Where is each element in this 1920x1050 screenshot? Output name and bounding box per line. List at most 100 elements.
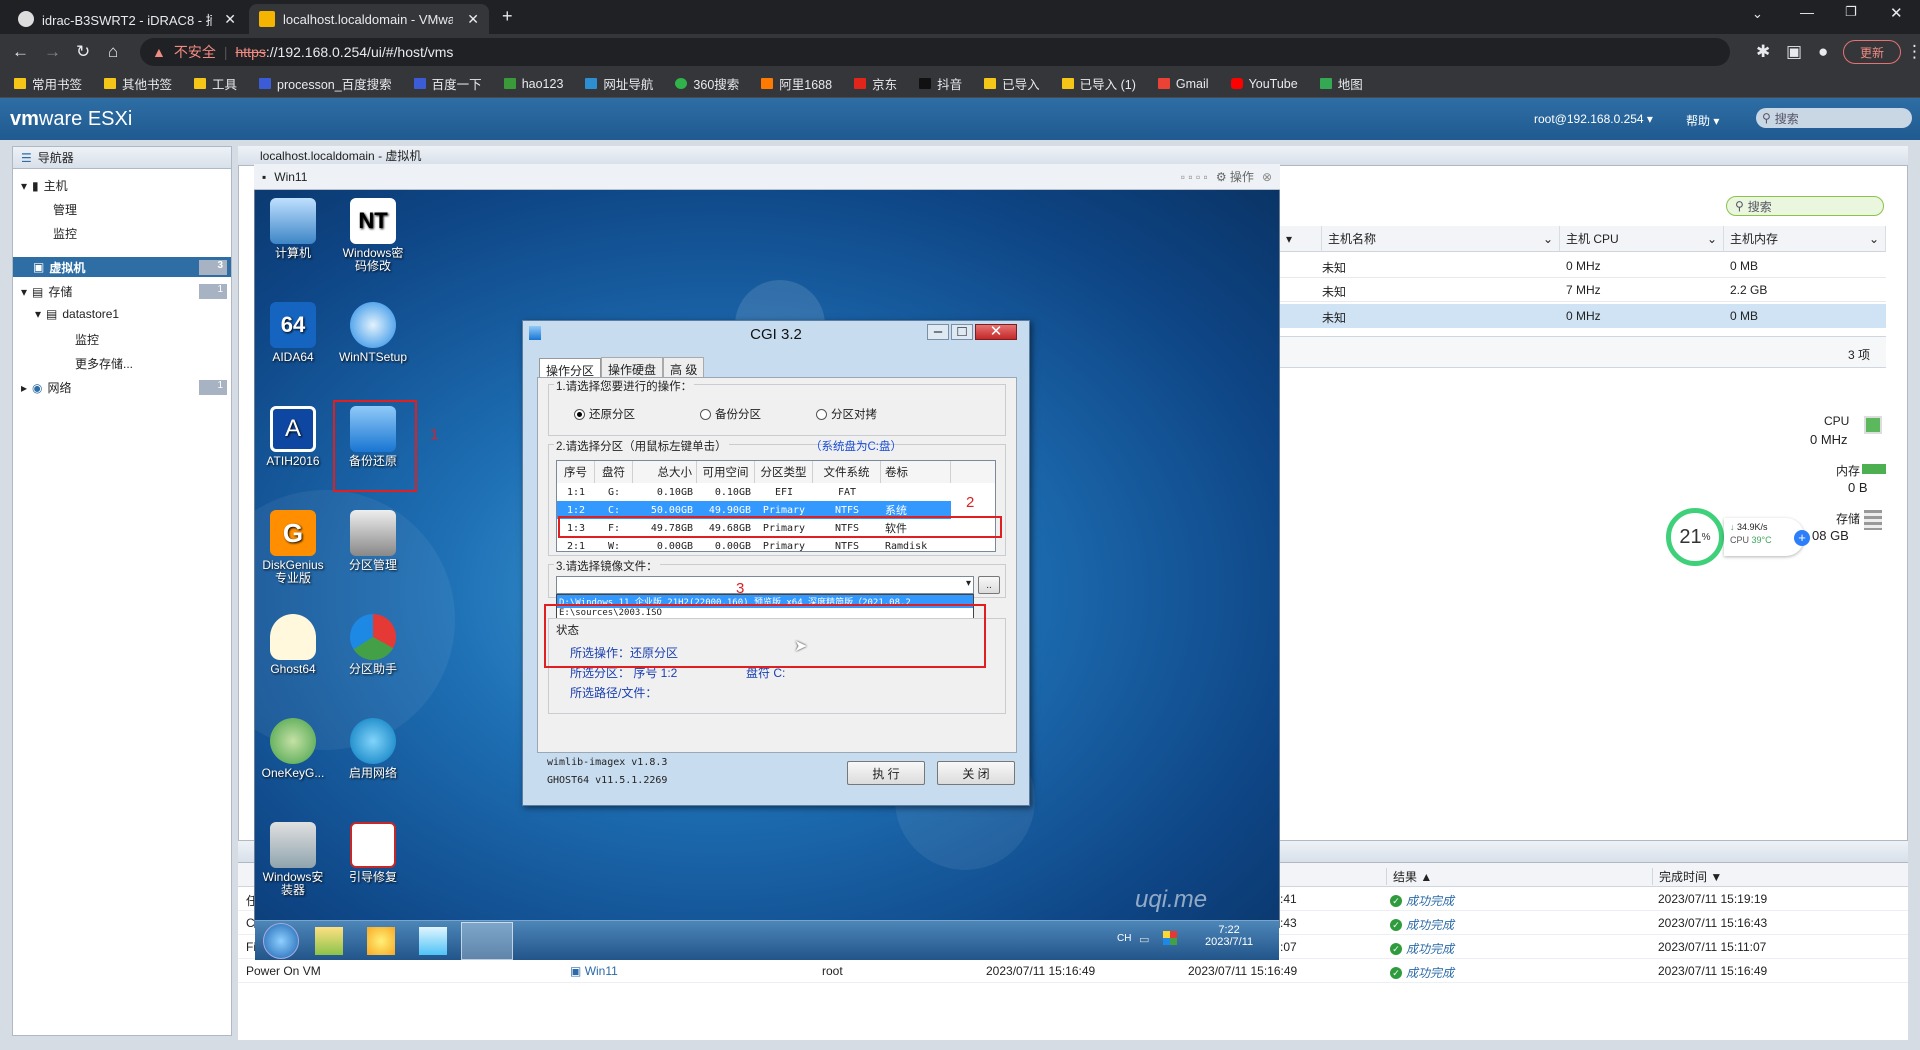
nav-item-storage[interactable]: ▾ ▤ 存储 1 bbox=[21, 283, 231, 300]
desktop-icon-aida64[interactable]: 64 AIDA64 bbox=[257, 302, 329, 364]
bookmark-item[interactable]: 常用书签 bbox=[14, 74, 82, 93]
tray-app-icon[interactable] bbox=[1163, 931, 1177, 945]
restore-icon[interactable]: ❐ bbox=[1845, 4, 1857, 20]
nav-item-more-storage[interactable]: 更多存储... bbox=[75, 355, 133, 372]
desktop-icon-winntsetup[interactable]: WinNTSetup bbox=[337, 302, 409, 364]
browse-button[interactable]: .. bbox=[978, 576, 1000, 594]
desktop-icon-enable-network[interactable]: 启用网络 bbox=[337, 718, 409, 780]
table-row[interactable]: 1:1 G: 0.10GB 0.10GB EFI FAT bbox=[557, 483, 951, 501]
desktop-icon-diskgenius[interactable]: G DiskGenius专业版 bbox=[257, 510, 329, 585]
update-button[interactable]: 更新 bbox=[1843, 40, 1901, 64]
radio-copy[interactable]: 分区对拷 bbox=[816, 406, 877, 422]
vm-link[interactable]: ▣ Win11 bbox=[570, 964, 618, 978]
keyboard-icon[interactable]: ▭ bbox=[1139, 933, 1149, 946]
desktop-icon-partition-assistant[interactable]: 分区助手 bbox=[337, 614, 409, 676]
vm-search-input[interactable]: 搜索 bbox=[1748, 198, 1772, 215]
perf-widget[interactable]: 21% ↓ 34.9K/s CPU 39°C + bbox=[1666, 508, 1812, 566]
taskbar-search-icon[interactable] bbox=[367, 927, 395, 955]
global-search[interactable]: ⚲ 搜索 bbox=[1756, 108, 1912, 128]
column-completed[interactable]: 完成时间 ▼ bbox=[1652, 868, 1902, 885]
nav-item-datastore[interactable]: ▾ ▤ datastore1 bbox=[35, 307, 119, 321]
plus-icon[interactable]: + bbox=[1794, 530, 1810, 546]
nav-item-host[interactable]: ▾ ▮ 主机 bbox=[21, 177, 68, 194]
bookmark-item[interactable]: 360搜索 bbox=[675, 74, 739, 93]
tab-vmware[interactable]: localhost.localdomain - VMware ✕ bbox=[249, 4, 489, 34]
radio-restore[interactable]: 还原分区 bbox=[574, 406, 635, 422]
help-menu[interactable]: 帮助 ▾ bbox=[1686, 112, 1719, 129]
back-icon[interactable]: ← bbox=[12, 42, 29, 62]
chevron-down-icon[interactable]: ▾ bbox=[966, 578, 971, 589]
minimize-icon[interactable]: – bbox=[927, 324, 949, 340]
language-indicator[interactable]: CH bbox=[1117, 933, 1131, 944]
desktop-icon-computer[interactable]: 计算机 bbox=[257, 198, 329, 260]
column-host-cpu[interactable]: 主机 CPU ⌄ bbox=[1560, 226, 1724, 252]
close-icon[interactable]: ✕ bbox=[975, 324, 1017, 340]
bookmark-item[interactable]: 百度一下 bbox=[413, 74, 482, 93]
console-toolbar-icons[interactable]: ▫ ▫ ▫ ▫ bbox=[1181, 170, 1208, 184]
forward-icon[interactable]: → bbox=[44, 42, 61, 62]
bookmark-item[interactable]: 京东 bbox=[854, 74, 897, 93]
close-icon[interactable]: ⊗ bbox=[1262, 170, 1272, 184]
table-row[interactable]: 2:1 W: 0.00GB 0.00GB Primary NTFS Ramdisk bbox=[557, 537, 951, 552]
desktop-icon-windows-installer[interactable]: Windows安装器 bbox=[257, 822, 329, 897]
close-button[interactable]: 关 闭 bbox=[937, 761, 1015, 785]
table-row[interactable]: 未知 7 MHz 2.2 GB bbox=[1280, 278, 1886, 302]
partition-table[interactable]: 序号 盘符 总大小 可用空间 分区类型 文件系统 卷标 1:1 G: 0.10GB 0… bbox=[556, 460, 996, 552]
close-window-icon[interactable]: ✕ bbox=[1890, 4, 1903, 22]
close-tab-icon[interactable]: ✕ bbox=[224, 11, 236, 28]
nav-item-network[interactable]: ▸ ◉ 网络 1 bbox=[21, 379, 231, 396]
bookmark-item[interactable]: 地图 bbox=[1319, 74, 1363, 93]
table-row[interactable]: 未知 0 MHz 0 MB bbox=[1280, 254, 1886, 278]
tab-search-icon[interactable]: ⌄ bbox=[1752, 6, 1763, 22]
nav-item-monitor[interactable]: 监控 bbox=[53, 225, 77, 242]
user-menu[interactable]: root@192.168.0.254 ▾ bbox=[1534, 112, 1653, 126]
bookmark-item[interactable]: processon_百度搜索 bbox=[259, 74, 392, 93]
bookmark-item[interactable]: 其他书签 bbox=[104, 74, 172, 93]
desktop-icon-partition-manager[interactable]: 分区管理 bbox=[337, 510, 409, 572]
bookmark-item[interactable]: hao123 bbox=[503, 77, 563, 91]
bookmark-item[interactable]: 已导入 bbox=[984, 74, 1040, 93]
table-row-selected[interactable]: 未知 0 MHz 0 MB bbox=[1280, 304, 1886, 328]
bookmark-item[interactable]: 工具 bbox=[194, 74, 237, 93]
desktop-icon-ghost64[interactable]: Ghost64 bbox=[257, 614, 329, 676]
desktop-icon-boot-repair[interactable]: 引导修复 bbox=[337, 822, 409, 884]
tab-idrac[interactable]: idrac-B3SWRT2 - iDRAC8 - 摘要 ✕ bbox=[8, 4, 246, 34]
vm-search[interactable]: ⚲ 搜索 bbox=[1726, 196, 1884, 216]
clock[interactable]: 7:22 2023/7/11 bbox=[1205, 924, 1253, 948]
bookmark-item[interactable]: 网址导航 bbox=[585, 74, 653, 93]
desktop-icon-password[interactable]: NT Windows密码修改 bbox=[337, 198, 409, 273]
nav-item-ds-monitor[interactable]: 监控 bbox=[75, 331, 99, 348]
maximize-icon[interactable]: □ bbox=[951, 324, 973, 340]
nav-item-vms[interactable]: ▣ 虚拟机 3 bbox=[13, 257, 231, 277]
home-icon[interactable]: ⌂ bbox=[108, 42, 118, 62]
sidepanel-icon[interactable]: ▣ bbox=[1786, 42, 1802, 62]
column-host-memory[interactable]: 主机内存 ⌄ bbox=[1724, 226, 1886, 252]
table-row[interactable]: Power On VM ▣ Win11 root 2023/07/11 15:1… bbox=[238, 959, 1908, 983]
desktop-icon-atih[interactable]: A ATIH2016 bbox=[257, 406, 329, 468]
new-tab-icon[interactable]: + bbox=[502, 6, 513, 27]
address-bar[interactable]: ▲ 不安全 | https://192.168.0.254/ui/#/host/… bbox=[140, 38, 1730, 66]
desktop-icon-onekeyghost[interactable]: OneKeyG... bbox=[257, 718, 329, 780]
column-result[interactable]: 结果 ▲ bbox=[1386, 868, 1651, 885]
nav-item-manage[interactable]: 管理 bbox=[53, 201, 77, 218]
menu-icon[interactable]: ⋮ bbox=[1906, 42, 1920, 62]
bookmark-item[interactable]: Gmail bbox=[1157, 77, 1209, 91]
taskbar-app-icon[interactable] bbox=[315, 927, 343, 955]
actions-menu[interactable]: ⚙ 操作 bbox=[1216, 168, 1254, 185]
extensions-icon[interactable]: ✱ bbox=[1756, 42, 1770, 62]
bookmark-item[interactable]: YouTube bbox=[1230, 77, 1298, 91]
radio-backup[interactable]: 备份分区 bbox=[700, 406, 761, 422]
start-button[interactable] bbox=[263, 923, 299, 959]
search-input[interactable]: 搜索 bbox=[1775, 110, 1799, 127]
taskbar-cgi-button[interactable] bbox=[461, 922, 513, 960]
image-select[interactable]: ▾ bbox=[556, 576, 974, 594]
column-header[interactable]: ▾ bbox=[1280, 226, 1322, 252]
taskbar-app-icon[interactable] bbox=[419, 927, 447, 955]
execute-button[interactable]: 执 行 bbox=[847, 761, 925, 785]
bookmark-item[interactable]: 已导入 (1) bbox=[1061, 74, 1136, 93]
minimize-icon[interactable]: — bbox=[1800, 4, 1814, 20]
column-host-name[interactable]: 主机名称 ⌄ bbox=[1322, 226, 1560, 252]
bookmark-item[interactable]: 阿里1688 bbox=[761, 74, 832, 93]
close-tab-icon[interactable]: ✕ bbox=[467, 11, 479, 28]
profile-icon[interactable]: ● bbox=[1818, 42, 1828, 62]
